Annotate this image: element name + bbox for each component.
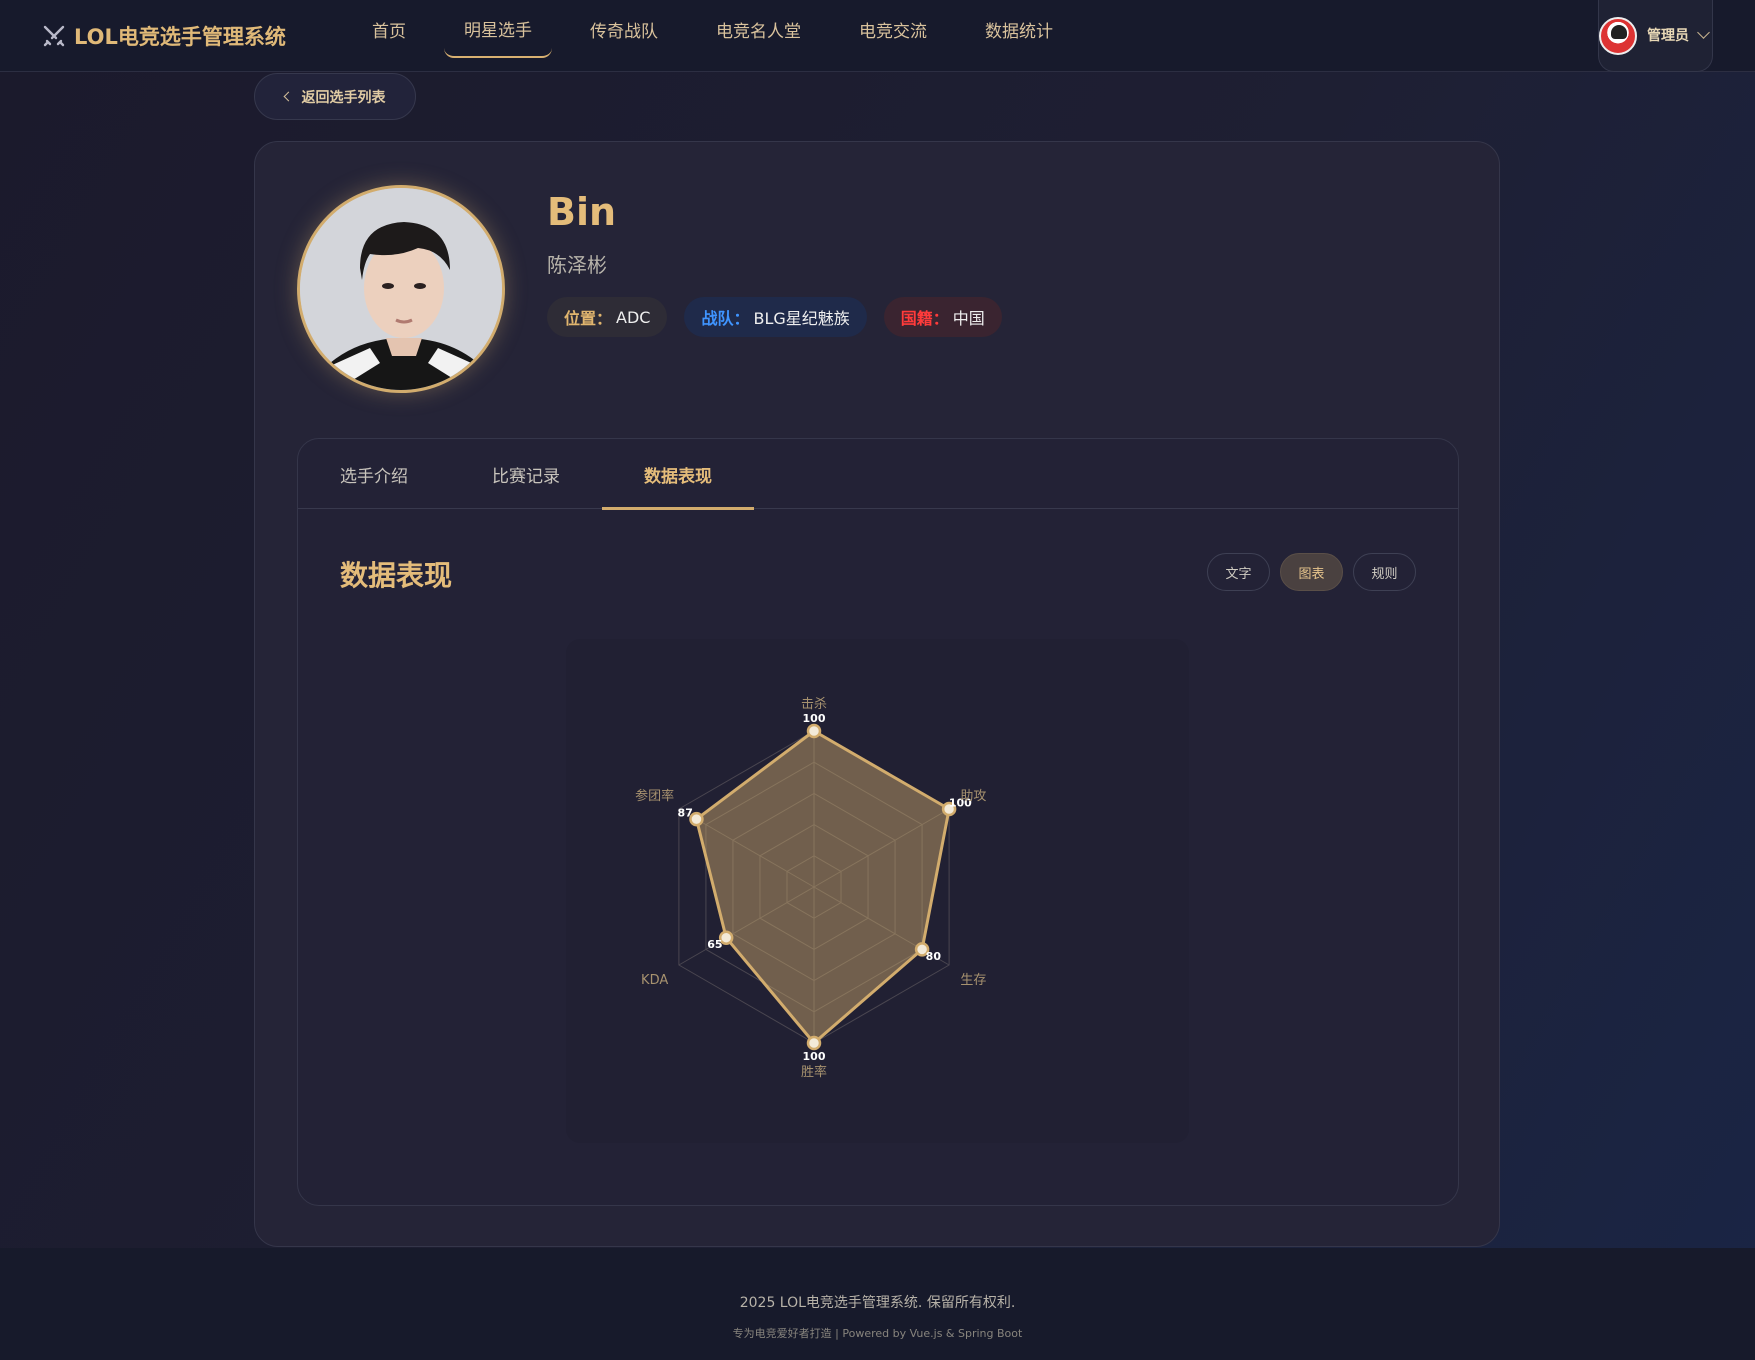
mode-rules-button[interactable]: 规则 bbox=[1353, 553, 1416, 591]
tab-match-records[interactable]: 比赛记录 bbox=[450, 439, 602, 509]
player-avatar bbox=[297, 185, 505, 393]
tab-introduction[interactable]: 选手介绍 bbox=[340, 439, 450, 509]
radar-value-label: 80 bbox=[926, 950, 942, 963]
section-title: 数据表现 bbox=[340, 559, 453, 592]
position-tag: 位置： ADC bbox=[547, 297, 668, 337]
app-title: LOL电竞选手管理系统 bbox=[74, 25, 286, 49]
user-avatar bbox=[1599, 17, 1637, 55]
radar-axis-label: KDA bbox=[641, 973, 668, 988]
radar-point bbox=[806, 723, 822, 739]
detail-tabs: 选手介绍 比赛记录 数据表现 bbox=[298, 439, 1458, 510]
nav-star-players[interactable]: 明星选手 bbox=[444, 0, 552, 58]
user-menu[interactable]: 管理员 bbox=[1598, 0, 1713, 72]
position-key: 位置： bbox=[564, 309, 613, 328]
radar-chart-container: 100 100 80 100 65 87 击杀 助攻 生存 胜率 KDA 参团率 bbox=[566, 639, 1189, 1143]
position-value: ADC bbox=[616, 307, 651, 327]
chevron-down-icon bbox=[1697, 26, 1710, 39]
radar-axis-label: 胜率 bbox=[801, 1064, 827, 1080]
user-name: 管理员 bbox=[1647, 28, 1689, 44]
radar-axis-label: 生存 bbox=[960, 973, 986, 988]
nav-statistics[interactable]: 数据统计 bbox=[965, 0, 1073, 58]
app-logo[interactable]: LOL电竞选手管理系统 bbox=[42, 20, 286, 52]
chevron-left-icon bbox=[283, 91, 293, 102]
team-tag: 战队： BLG星纪魅族 bbox=[684, 297, 867, 337]
mode-text-button[interactable]: 文字 bbox=[1207, 553, 1270, 591]
radar-axis-label: 击杀 bbox=[801, 697, 827, 712]
back-to-list-button[interactable]: 返回选手列表 bbox=[254, 73, 416, 120]
back-button-label: 返回选手列表 bbox=[301, 89, 386, 106]
footer-copyright: 2025 LOL电竞选手管理系统. 保留所有权利. bbox=[739, 1295, 1016, 1311]
radar-axis-label: 参团率 bbox=[635, 788, 674, 804]
radar-chart: 100100801006587击杀助攻生存胜率KDA参团率 bbox=[635, 697, 986, 1080]
radar-value-label: 65 bbox=[707, 938, 722, 951]
player-tags: 位置： ADC 战队： BLG星纪魅族 国籍： 中国 bbox=[547, 297, 1002, 337]
team-key: 战队： bbox=[701, 309, 750, 328]
radar-point bbox=[806, 1035, 822, 1051]
top-navbar: LOL电竞选手管理系统 首页 明星选手 传奇战队 电竞名人堂 电竞交流 数据统计… bbox=[0, 0, 1755, 72]
footer: 2025 LOL电竞选手管理系统. 保留所有权利. 专为电竞爱好者打造 | Po… bbox=[0, 1248, 1755, 1360]
nationality-key: 国籍： bbox=[900, 309, 949, 328]
player-profile-card: Bin 陈泽彬 位置： ADC 战队： BLG星纪魅族 国籍： 中国 选手介绍 … bbox=[254, 141, 1500, 1247]
radar-axis-label: 助攻 bbox=[960, 789, 986, 804]
view-mode-switch: 文字 图表 规则 bbox=[1207, 553, 1416, 591]
crossed-swords-icon bbox=[43, 25, 65, 47]
nav-legend-teams[interactable]: 传奇战队 bbox=[570, 0, 678, 58]
player-real-name: 陈泽彬 bbox=[547, 253, 607, 277]
nav-home[interactable]: 首页 bbox=[352, 0, 426, 58]
nationality-tag: 国籍： 中国 bbox=[883, 297, 1002, 337]
nav-community[interactable]: 电竞交流 bbox=[839, 0, 947, 58]
radar-series-area bbox=[694, 729, 951, 1045]
player-name: Bin bbox=[547, 190, 617, 234]
mode-chart-button[interactable]: 图表 bbox=[1280, 553, 1343, 591]
team-value: BLG星纪魅族 bbox=[753, 309, 850, 328]
main-nav: 首页 明星选手 传奇战队 电竞名人堂 电竞交流 数据统计 bbox=[352, 0, 1091, 72]
radar-value-label: 87 bbox=[678, 807, 693, 820]
player-detail-panel: 选手介绍 比赛记录 数据表现 数据表现 文字 图表 规则 100 100 80 100… bbox=[297, 438, 1459, 1206]
nationality-value: 中国 bbox=[952, 309, 985, 328]
radar-value-label: 100 bbox=[803, 712, 826, 725]
nav-hall-of-fame[interactable]: 电竞名人堂 bbox=[696, 0, 821, 58]
tab-performance[interactable]: 数据表现 bbox=[602, 439, 754, 510]
radar-value-label: 100 bbox=[803, 1050, 826, 1063]
footer-credits: 专为电竞爱好者打造 | Powered by Vue.js & Spring B… bbox=[732, 1327, 1023, 1340]
